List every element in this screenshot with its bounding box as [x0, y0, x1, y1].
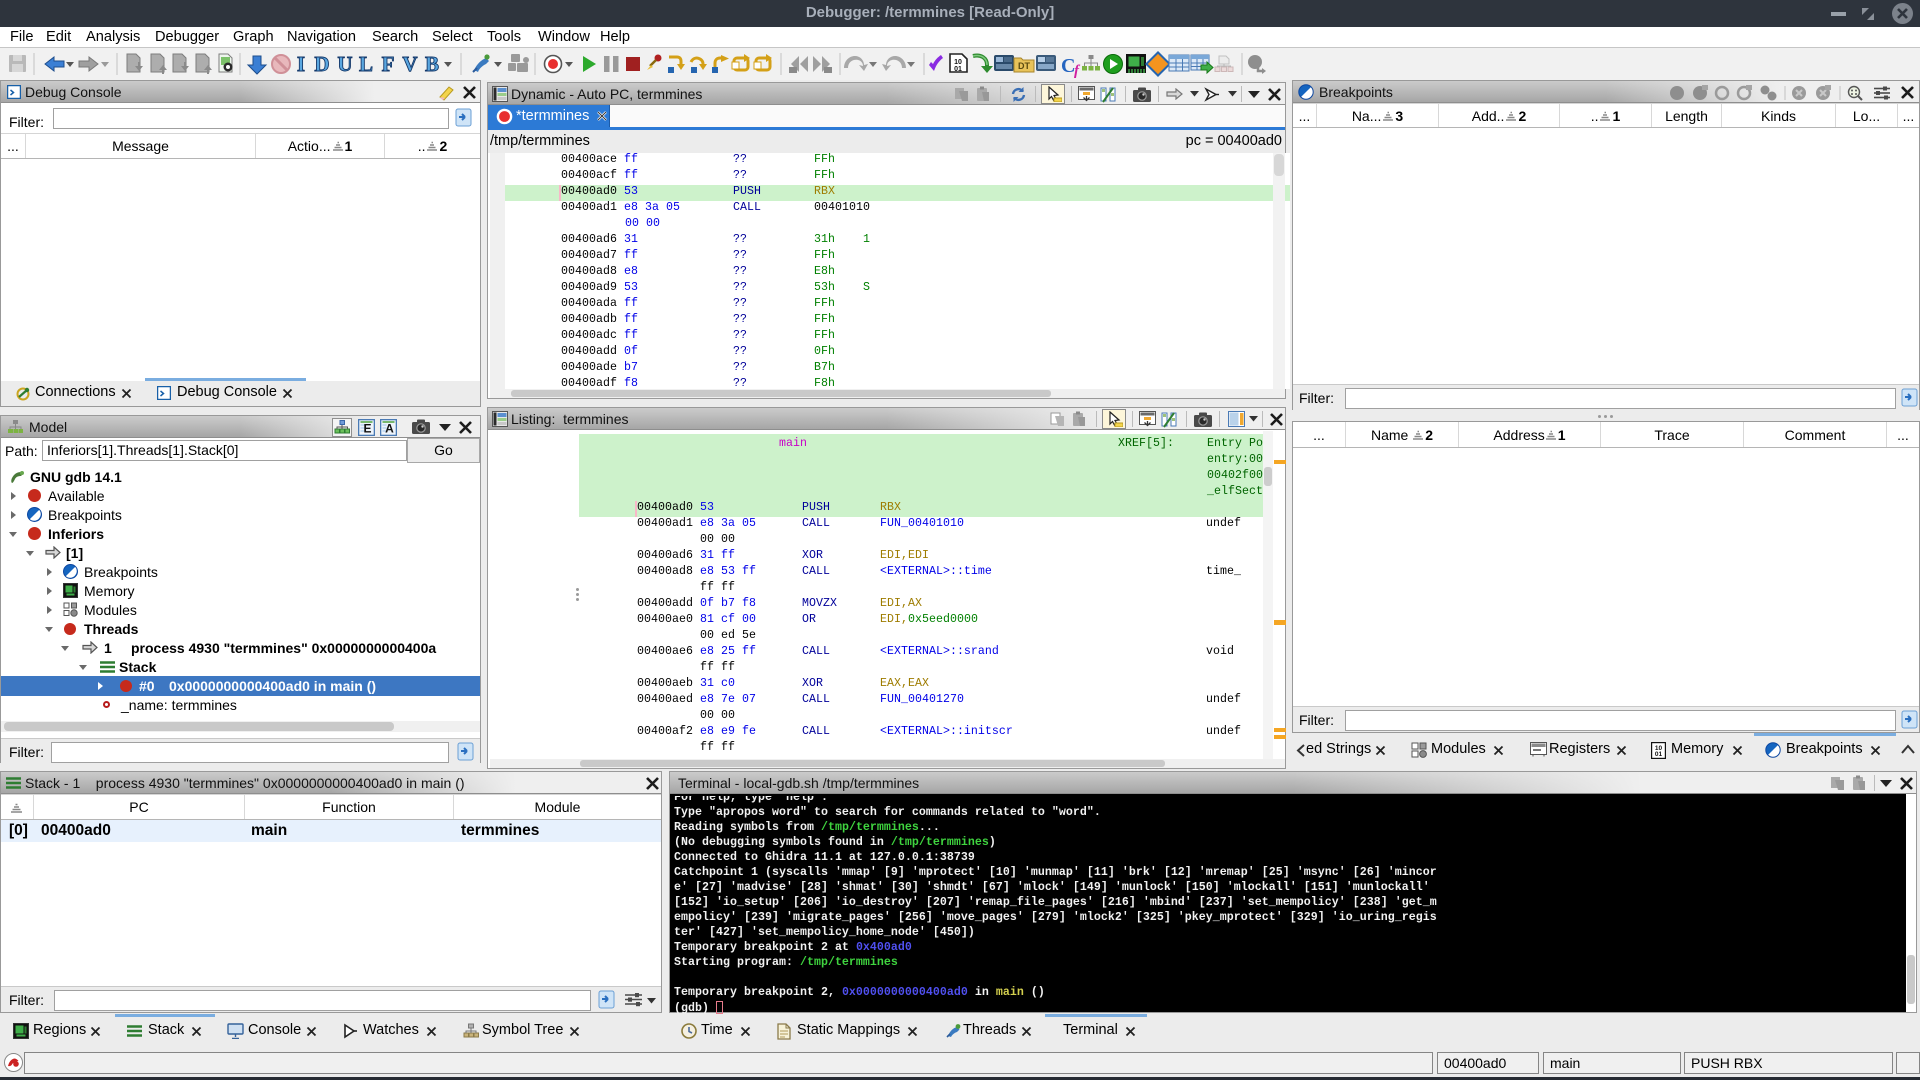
svg-text:01: 01: [1655, 751, 1663, 758]
svg-text:B: B: [425, 52, 439, 76]
svg-text:A: A: [385, 422, 394, 436]
svg-text:DT: DT: [1018, 61, 1030, 71]
svg-text:V: V: [402, 52, 417, 76]
svg-text:10: 10: [954, 59, 962, 66]
svg-text:D: D: [314, 52, 329, 76]
svg-text:01: 01: [954, 66, 962, 73]
svg-text:L: L: [359, 52, 373, 76]
svg-text:I: I: [297, 52, 305, 76]
svg-text:F: F: [382, 52, 395, 76]
svg-text:U: U: [337, 52, 352, 76]
svg-text:E: E: [363, 422, 371, 436]
svg-text:f: f: [1074, 63, 1081, 79]
